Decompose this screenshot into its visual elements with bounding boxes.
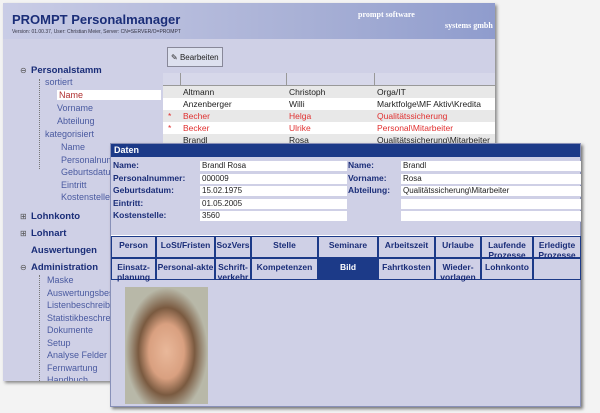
expand-icon[interactable]: ⊞ xyxy=(20,229,27,238)
tab-empty xyxy=(533,258,581,280)
field-label: Vorname: xyxy=(348,172,387,183)
tree-item-admin[interactable]: Statistikbeschreil xyxy=(47,313,115,323)
field-value: 01.05.2005 xyxy=(200,198,347,210)
field-value: 000009 xyxy=(200,173,347,185)
tab-lostfristen[interactable]: LoSt/Fristen xyxy=(156,236,215,258)
tree-item-admin[interactable]: Handbuch xyxy=(47,375,88,381)
tree-item-kat[interactable]: Kostenstelle xyxy=(61,192,110,202)
tree-sortiert[interactable]: sortiert xyxy=(45,77,73,87)
field-value xyxy=(401,211,581,222)
tab-personalakte[interactable]: Personal-akte xyxy=(156,258,215,280)
collapse-icon[interactable]: ⊖ xyxy=(20,263,27,272)
cell-name: Altmann xyxy=(183,87,215,97)
field-value: 3560 xyxy=(200,211,347,222)
edit-icon: ✎ xyxy=(171,53,178,62)
tree-item-admin[interactable]: Auswertungsbes xyxy=(47,288,114,298)
cell-star: * xyxy=(168,111,172,121)
field-label: Kostenstelle: xyxy=(113,210,167,220)
tree-item-admin[interactable]: Setup xyxy=(47,338,71,348)
edit-button[interactable]: ✎ Bearbeiten xyxy=(167,47,223,67)
tab-arbeitszeit[interactable]: Arbeitszeit xyxy=(378,236,435,258)
tree-administration[interactable]: Administration xyxy=(31,262,98,273)
tree-item-kat[interactable]: Eintritt xyxy=(61,180,87,190)
tree-auswertungen[interactable]: Auswertungen xyxy=(31,245,97,256)
version-info: Version: 01.00.37, User: Christian Meier… xyxy=(12,29,181,35)
tree-item-admin[interactable]: Dokumente xyxy=(47,325,93,335)
tree-item-admin[interactable]: Listenbeschreibu xyxy=(47,300,115,310)
collapse-icon[interactable]: ⊖ xyxy=(20,66,27,75)
cell-name: Becher xyxy=(183,111,210,121)
employee-photo xyxy=(125,287,208,404)
expand-icon[interactable]: ⊞ xyxy=(20,212,27,221)
cell-abteilung: Orga/IT xyxy=(377,87,406,97)
cell-vorname: Helga xyxy=(289,111,312,121)
cell-vorname: Ulrike xyxy=(289,123,311,133)
table-row[interactable]: * Becker Ulrike Personal\Mitarbeiter xyxy=(163,122,495,134)
tab-schriftverkehr[interactable]: Schrift-verkehr xyxy=(215,258,251,282)
cell-star: * xyxy=(168,123,172,133)
tree-item-admin[interactable]: Maske xyxy=(47,275,74,285)
cell-vorname: Willi xyxy=(289,99,305,109)
edit-label: Bearbeiten xyxy=(179,53,219,62)
tab-laufendeprozesse[interactable]: Laufende Prozesse xyxy=(481,236,533,260)
employee-list: Altmann Christoph Orga/IT Anzenberger Willi M… xyxy=(163,73,495,146)
tree-personalstamm[interactable]: Personalstamm xyxy=(31,65,102,76)
tree-item-sort-vorname[interactable]: Vorname xyxy=(57,103,93,113)
tree-item-admin[interactable]: Analyse Felder xyxy=(47,350,107,360)
app-title: PROMPT Personalmanager xyxy=(12,12,181,27)
tree-lohnart[interactable]: Lohnart xyxy=(31,228,66,239)
table-row[interactable]: Anzenberger Willi Marktfolge\MF Aktiv\Kred… xyxy=(163,98,495,110)
tree-item-sort-abteilung[interactable]: Abteilung xyxy=(57,116,95,126)
tab-seminare[interactable]: Seminare xyxy=(318,236,378,258)
field-value xyxy=(401,198,581,210)
cell-abteilung: Marktfolge\MF Aktiv\Kredita xyxy=(377,99,481,109)
cell-abteilung: Personal\Mitarbeiter xyxy=(377,123,454,133)
table-row[interactable]: Altmann Christoph Orga/IT xyxy=(163,86,495,98)
tab-stelle[interactable]: Stelle xyxy=(251,236,318,258)
cell-name: Becker xyxy=(183,123,210,133)
tab-lohnkonto[interactable]: Lohnkonto xyxy=(481,258,533,280)
tree-item-kat[interactable]: Personalnum xyxy=(61,155,114,165)
tab-sozvers[interactable]: SozVers xyxy=(215,236,251,258)
dialog-title: Daten xyxy=(111,144,580,157)
cell-vorname: Christoph xyxy=(289,87,326,97)
tree-kategorisiert[interactable]: kategorisiert xyxy=(45,129,94,139)
tree-lohnkonto[interactable]: Lohnkonto xyxy=(31,211,80,222)
field-label: Personalnummer: xyxy=(113,172,186,183)
field-label: Name: xyxy=(348,160,374,170)
field-value: Brandl Rosa xyxy=(200,161,347,172)
brand-logo-bottom: systems gmbh xyxy=(445,21,493,30)
cell-name: Anzenberger xyxy=(183,99,232,109)
tab-bild[interactable]: Bild xyxy=(318,258,378,280)
field-label: Abteilung: xyxy=(348,185,391,195)
tree-line xyxy=(39,79,40,169)
table-row[interactable]: * Becher Helga Qualitätssicherung xyxy=(163,110,495,122)
field-label: Eintritt: xyxy=(113,197,144,208)
field-label: Name: xyxy=(113,160,139,170)
tab-grid: Person LoSt/Fristen SozVers Stelle Seminare A… xyxy=(111,235,581,282)
cell-abteilung: Qualitätssicherung xyxy=(377,111,448,121)
field-label: Geburtsdatum: xyxy=(113,185,174,195)
tab-urlaube[interactable]: Urlaube xyxy=(435,236,481,258)
brand-logo-top: prompt software xyxy=(358,10,415,19)
field-value: Qualitätssicherung\Mitarbeiter xyxy=(401,186,581,197)
app-header: PROMPT Personalmanager Version: 01.00.37… xyxy=(3,3,495,39)
tree-item-admin[interactable]: Fernwartung xyxy=(47,363,98,373)
list-header xyxy=(163,73,495,86)
tab-einsatzplanung[interactable]: Einsatz-planung xyxy=(111,258,156,282)
data-dialog: Daten Name: Brandl Rosa Personalnummer: 000… xyxy=(110,143,581,407)
tree-item-kat[interactable]: Geburtsdatur xyxy=(61,167,114,177)
tree-item-kat[interactable]: Name xyxy=(61,142,85,152)
tab-wiedervorlagen[interactable]: Wieder-vorlagen xyxy=(435,258,481,282)
tab-fahrtkosten[interactable]: Fahrtkosten xyxy=(378,258,435,280)
tree-item-sort-name[interactable]: Name xyxy=(57,90,161,100)
tab-person[interactable]: Person xyxy=(111,236,156,258)
tab-kompetenzen[interactable]: Kompetenzen xyxy=(251,258,318,280)
field-value: Brandl xyxy=(401,161,581,172)
tab-erledigteprozesse[interactable]: Erledigte Prozesse xyxy=(533,236,581,260)
field-value: 15.02.1975 xyxy=(200,186,347,197)
tree-line xyxy=(39,275,40,381)
field-value: Rosa xyxy=(401,173,581,185)
